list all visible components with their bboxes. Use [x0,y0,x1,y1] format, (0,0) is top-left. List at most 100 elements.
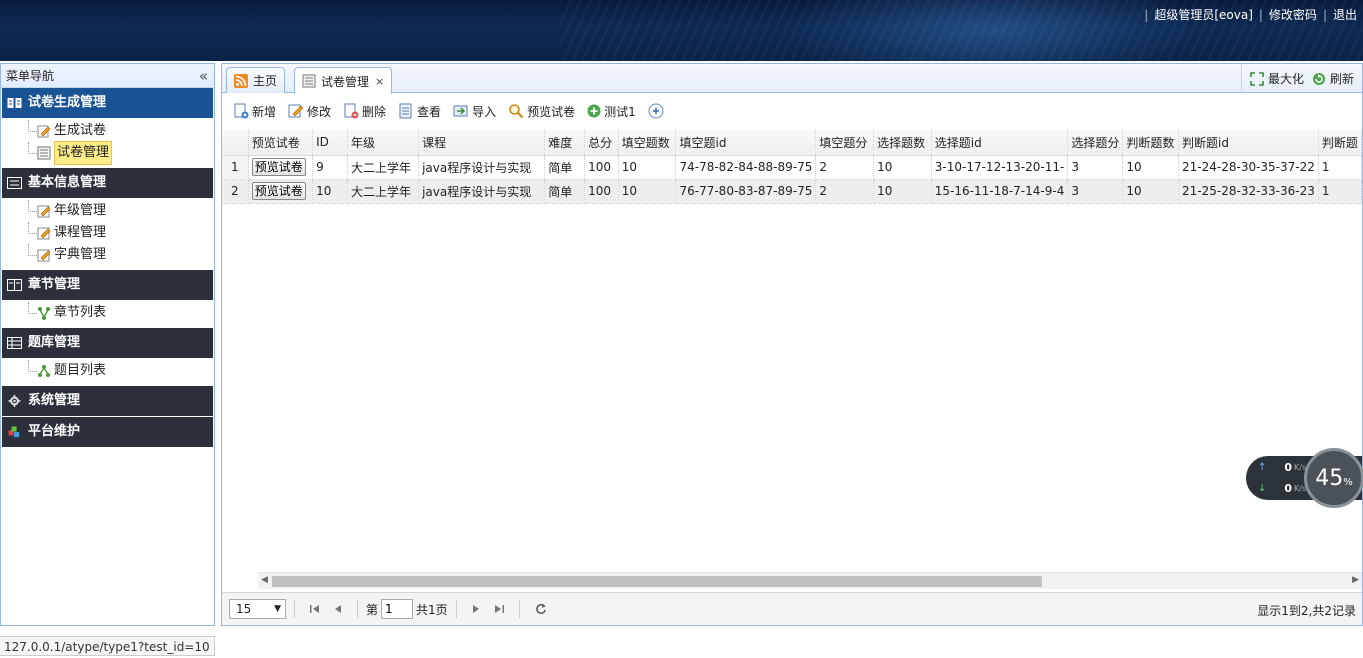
add-button[interactable]: 新增 [233,103,276,120]
user-link[interactable]: 超级管理员[eova] [1154,6,1253,23]
edit-button[interactable]: 修改 [288,103,331,120]
nav-item-label: 章节列表 [54,305,107,320]
column-header[interactable]: 总分 [584,130,619,156]
column-header[interactable]: 选择题id [931,130,1069,156]
change-password-link[interactable]: 修改密码 [1269,6,1317,23]
book-icon [7,279,22,291]
column-header[interactable]: 填空题数 [618,130,677,156]
chevron-down-icon: ▼ [274,604,281,614]
cell: 100 [584,179,619,204]
cell: 10 [873,179,932,204]
maximize-button[interactable]: 最大化 [1250,70,1304,87]
nav-group-platform[interactable]: 平台维护 [2,417,213,447]
column-header[interactable]: 选择题分 [1067,130,1124,156]
table-row[interactable]: 2 预览试卷 10 大二上学年 java程序设计与实现 简单 100 10 76… [222,179,1362,204]
reload-icon [535,603,546,614]
cell: 预览试卷 [248,179,314,204]
page-total: 共1页 [416,602,448,617]
list-icon [7,177,22,189]
record-info: 显示1到2,共2记录 [1257,604,1356,618]
cell: 3 [1067,179,1124,204]
column-header[interactable]: 年级 [347,130,420,156]
column-header[interactable]: 判断题数 [1122,130,1180,156]
page-size-select[interactable]: 15 ▼ [229,599,286,619]
delete-button[interactable]: 删除 [343,103,386,120]
horizontal-scrollbar[interactable]: ◀ ▶ [258,572,1362,589]
preview-paper-button[interactable]: 预览试卷 [508,103,575,120]
collapse-icon[interactable]: « [199,64,208,88]
tab-paper-management[interactable]: 试卷管理 × [294,67,393,94]
column-header[interactable]: 选择题数 [873,130,932,156]
refresh-label: 刷新 [1329,72,1354,86]
view-button[interactable]: 查看 [398,103,441,120]
main-panel: 主页 试卷管理 × 最大化 刷新 新增 修改 删除 查看 导入 预览试卷 测试1… [221,63,1363,626]
preview-paper-row-button[interactable]: 预览试卷 [251,158,306,176]
scroll-left-icon[interactable]: ◀ [261,575,268,585]
nav-group-paper-generation[interactable]: 试卷生成管理 [2,88,213,118]
nav-item-grade-management[interactable]: 年级管理 [1,200,214,222]
nav-item-question-list[interactable]: 题目列表 [1,360,214,382]
nav-group-system[interactable]: 系统管理 [2,386,213,416]
cell: 简单 [544,179,586,204]
scroll-right-icon[interactable]: ▶ [1352,575,1359,585]
cell: 10 [1122,155,1180,180]
document-list-icon [302,74,316,88]
data-grid: 预览试卷 ID 年级 课程 难度 总分 填空题数 填空题id 填空题分 选择题数… [222,130,1362,590]
preview-paper-row-button[interactable]: 预览试卷 [251,182,306,200]
row-number: 2 [222,179,249,204]
tab-tools: 最大化 刷新 [1240,64,1362,93]
column-header[interactable]: 预览试卷 [248,130,314,156]
column-header[interactable]: 课程 [418,130,546,156]
table-row[interactable]: 1 预览试卷 9 大二上学年 java程序设计与实现 简单 100 10 74-… [222,155,1362,180]
nav-item-dictionary-management[interactable]: 字典管理 [1,244,214,266]
refresh-button[interactable]: 刷新 [1312,70,1354,87]
cell: 21-25-28-32-33-36-23 [1178,179,1319,204]
column-header[interactable]: 难度 [544,130,586,156]
pager-separator [455,600,457,618]
plus-circle-icon [648,103,664,119]
nav-group-chapter[interactable]: 章节管理 [2,270,213,300]
cell: 简单 [544,155,586,180]
column-header[interactable]: 填空题id [675,130,817,156]
column-header[interactable]: ID [312,130,349,156]
first-page-button[interactable] [310,604,320,614]
nav-group-basic-info[interactable]: 基本信息管理 [2,168,213,198]
cell: 1 [1318,179,1362,204]
column-header[interactable]: 判断题 [1318,130,1362,156]
first-page-icon [310,605,319,613]
page-number-input[interactable] [381,599,414,619]
nav-children: 年级管理 课程管理 字典管理 [1,198,214,270]
test1-label: 测试1 [604,104,636,119]
close-icon[interactable]: × [375,75,384,88]
nav-group-question-bank[interactable]: 题库管理 [2,328,213,358]
last-page-button[interactable] [494,604,504,614]
edit-icon [37,227,51,240]
memory-usage-gauge[interactable]: 45% [1304,448,1363,508]
maximize-label: 最大化 [1267,72,1304,86]
nav-item-course-management[interactable]: 课程管理 [1,222,214,244]
reload-button[interactable] [535,603,547,615]
nav-item-chapter-list[interactable]: 章节列表 [1,302,214,324]
pencil-icon [37,125,51,138]
upload-speed: ↑ 0 K/s [1258,461,1306,474]
nav-item-paper-management[interactable]: 试卷管理 [1,141,214,165]
import-button[interactable]: 导入 [453,103,496,120]
column-header[interactable]: 填空题分 [815,130,875,156]
next-page-button[interactable] [472,604,480,614]
tab-home[interactable]: 主页 [226,67,286,93]
prev-page-button[interactable] [334,604,342,614]
nav-item-generate-paper[interactable]: 生成试卷 [1,120,214,142]
scrollbar-thumb[interactable] [272,576,1042,587]
tree-icon [38,365,50,377]
last-page-icon [494,605,504,613]
test1-button[interactable]: 测试1 [587,103,636,120]
more-button[interactable] [648,103,667,119]
cell: 76-77-80-83-87-89-75 [675,179,817,204]
logout-link[interactable]: 退出 [1333,6,1357,23]
search-icon [509,104,524,119]
refresh-icon [1312,72,1325,85]
nav-children: 题目列表 [1,358,214,386]
column-header[interactable]: 判断题id [1178,130,1319,156]
column-header-rownum [222,130,249,156]
row-number: 1 [222,155,249,180]
